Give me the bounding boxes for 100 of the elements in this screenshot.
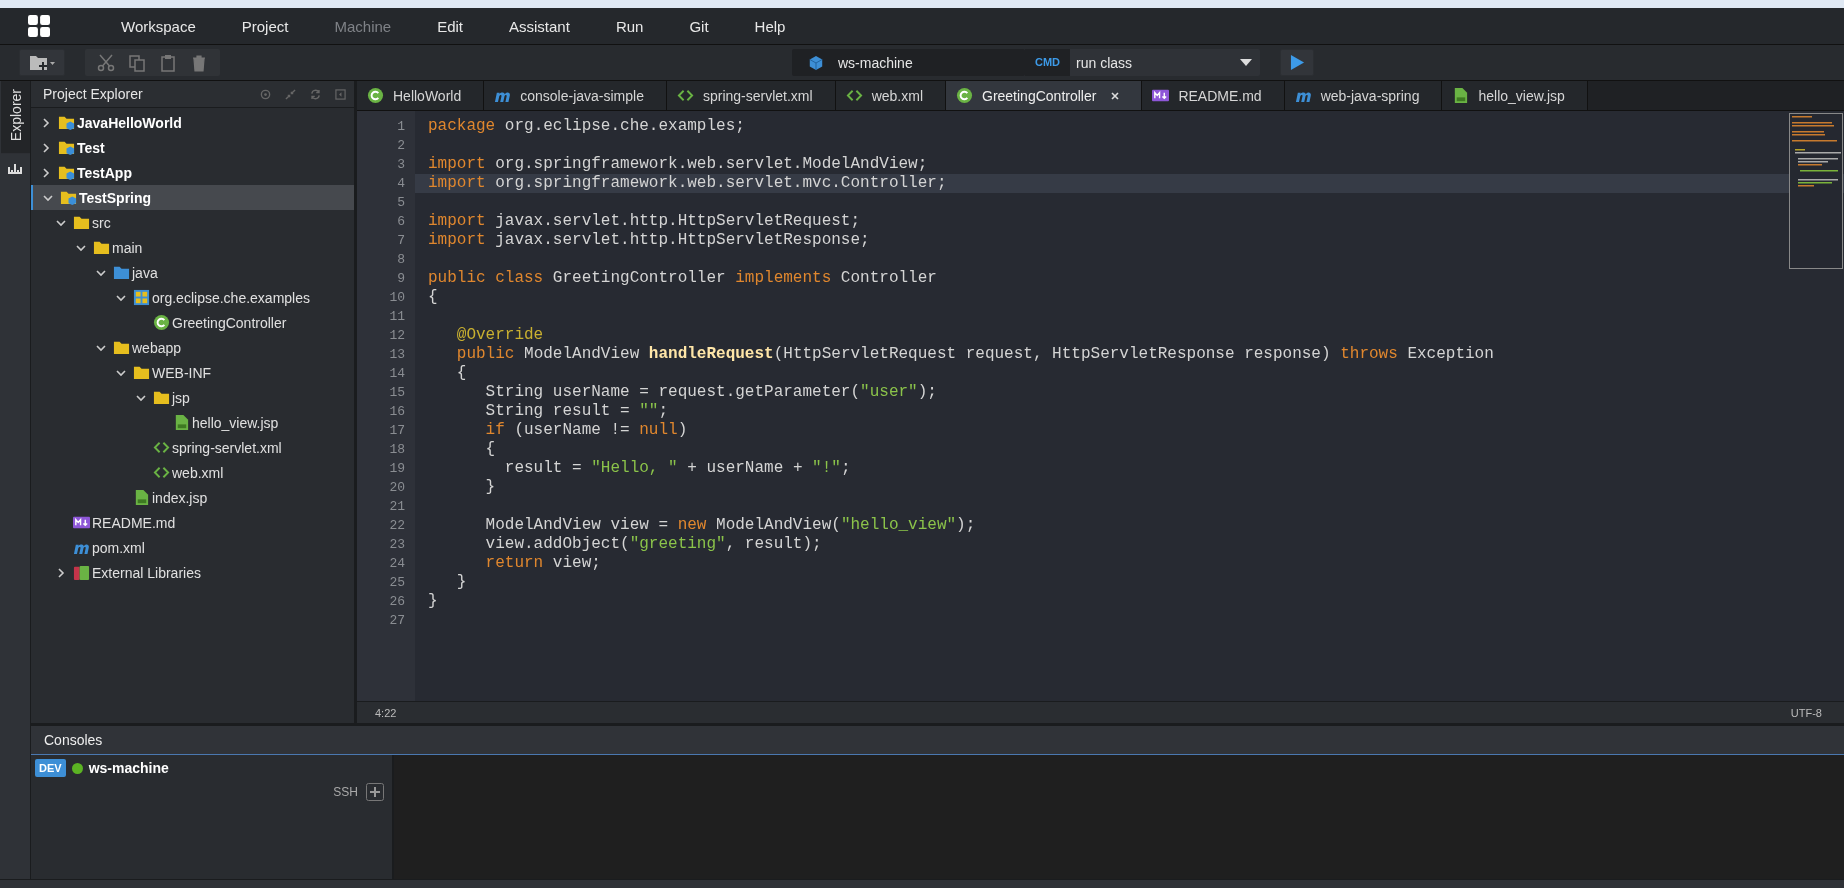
tree-item[interactable]: GreetingController — [31, 310, 354, 335]
collapse-icon[interactable] — [285, 88, 296, 100]
tree-item[interactable]: web.xml — [31, 460, 354, 485]
line-number: 5 — [396, 194, 406, 212]
line-number: 6 — [396, 213, 406, 231]
menu-item[interactable]: Git — [666, 17, 732, 35]
delete-icon[interactable] — [190, 53, 208, 72]
class-icon — [153, 314, 170, 331]
tree-item[interactable]: hello_view.jsp — [31, 410, 354, 435]
menu-item[interactable]: Workspace — [98, 17, 219, 35]
minimap[interactable] — [1789, 113, 1843, 269]
machine-selector[interactable]: ws-machine — [792, 49, 1025, 76]
tree-item[interactable]: webapp — [31, 335, 354, 360]
chevron-icon[interactable] — [56, 567, 66, 578]
tree-item[interactable]: pom.xml — [31, 535, 354, 560]
line-number: 26 — [388, 593, 406, 611]
line-number: 22 — [388, 517, 406, 535]
tree-item[interactable]: main — [31, 235, 354, 260]
line-number: 25 — [388, 574, 406, 592]
terminal-label[interactable]: SSH — [333, 785, 358, 799]
logo-icon[interactable] — [28, 15, 50, 37]
code-line: { — [455, 364, 468, 383]
editor-tab[interactable]: hello_view.jsp — [1442, 81, 1588, 110]
chevron-icon[interactable] — [96, 267, 106, 278]
machine-name[interactable]: ws-machine — [88, 760, 169, 776]
folder-icon — [113, 264, 130, 281]
copy-icon[interactable] — [128, 53, 146, 72]
editor-tab[interactable]: HelloWorld — [357, 81, 485, 110]
tree-item[interactable]: README.md — [31, 510, 354, 535]
tree-item[interactable]: External Libraries — [31, 560, 354, 585]
menu-item[interactable]: Edit — [414, 17, 486, 35]
line-number: 9 — [396, 270, 406, 288]
editor-tab[interactable]: README.md — [1142, 81, 1285, 110]
refresh-icon[interactable] — [310, 88, 321, 100]
menu-item[interactable]: Run — [592, 17, 667, 35]
tree-item[interactable]: WEB-INF — [31, 360, 354, 385]
chevron-icon[interactable] — [116, 367, 126, 378]
caret-icon — [1240, 58, 1252, 67]
side-tab[interactable]: Explorer — [0, 81, 30, 154]
chevron-icon[interactable] — [96, 342, 106, 353]
code-line: public class GreetingController implements Controller — [427, 269, 938, 288]
menu-item[interactable]: Project — [218, 17, 312, 35]
command-value: run class — [1076, 54, 1134, 71]
chevron-icon[interactable] — [41, 142, 51, 153]
folder-icon — [153, 389, 170, 406]
tree-item[interactable]: org.eclipse.che.examples — [31, 285, 354, 310]
chevron-icon[interactable] — [41, 167, 51, 178]
run-button[interactable] — [1280, 49, 1314, 76]
target-icon[interactable] — [260, 88, 271, 100]
tree-item[interactable]: java — [31, 260, 354, 285]
menu-item[interactable]: Assistant — [486, 17, 593, 35]
editor-tab[interactable]: GreetingController — [946, 81, 1143, 110]
line-number: 13 — [388, 346, 406, 364]
editor-tab[interactable]: web.xml — [835, 81, 946, 110]
line-number: 21 — [388, 498, 406, 516]
tree-item[interactable]: src — [31, 210, 354, 235]
paste-icon[interactable] — [159, 53, 177, 72]
tree-item[interactable]: index.jsp — [31, 485, 354, 510]
line-number: 17 — [388, 422, 406, 440]
line-number: 4 — [396, 175, 406, 193]
code-line: if (userName != null) — [484, 421, 689, 440]
editor-tab[interactable]: spring-servlet.xml — [666, 81, 836, 110]
cmd-label: CMD — [1025, 49, 1071, 76]
cut-icon[interactable] — [97, 53, 115, 72]
project-folder-icon — [58, 139, 75, 156]
hierarchy-icon[interactable] — [8, 163, 22, 176]
tree-item[interactable]: spring-servlet.xml — [31, 435, 354, 460]
menu-item[interactable]: Help — [731, 17, 809, 35]
folder-icon — [113, 339, 130, 356]
encoding-label: UTF-8 — [1790, 706, 1822, 719]
new-project-button[interactable] — [19, 49, 65, 76]
tree-item[interactable]: Test — [31, 135, 354, 160]
code-line: } — [427, 592, 439, 611]
cube-icon — [808, 54, 824, 71]
add-button[interactable] — [366, 783, 384, 801]
chevron-icon[interactable] — [43, 192, 53, 203]
editor-tab[interactable]: web-java-spring — [1284, 81, 1443, 110]
play-icon — [1289, 54, 1305, 71]
line-number: 18 — [388, 441, 406, 459]
tree-item[interactable]: TestApp — [31, 160, 354, 185]
chevron-icon[interactable] — [136, 392, 146, 403]
tree-item[interactable]: jsp — [31, 385, 354, 410]
code-line: import org.springframework.web.servlet.ModelAndView; — [427, 155, 929, 174]
chevron-icon[interactable] — [56, 217, 66, 228]
line-number: 1 — [396, 118, 406, 136]
chevron-icon[interactable] — [116, 292, 126, 303]
markdown-icon — [1152, 87, 1170, 104]
cursor-position: 4:22 — [375, 706, 397, 719]
close-icon[interactable] — [1111, 91, 1120, 100]
tree-item[interactable]: TestSpring — [31, 185, 354, 210]
chevron-icon[interactable] — [41, 117, 51, 128]
line-number: 27 — [388, 612, 406, 630]
line-number: 15 — [388, 384, 406, 402]
editor-tab[interactable]: console-java-simple — [484, 81, 667, 110]
command-dropdown[interactable]: CMD run class — [1025, 49, 1260, 76]
chevron-icon[interactable] — [76, 242, 86, 253]
line-number: 24 — [388, 555, 406, 573]
tree-item[interactable]: JavaHelloWorld — [31, 110, 354, 135]
code-line: @Override — [455, 326, 545, 345]
code-line: import javax.servlet.http.HttpServletResponse; — [427, 231, 871, 250]
